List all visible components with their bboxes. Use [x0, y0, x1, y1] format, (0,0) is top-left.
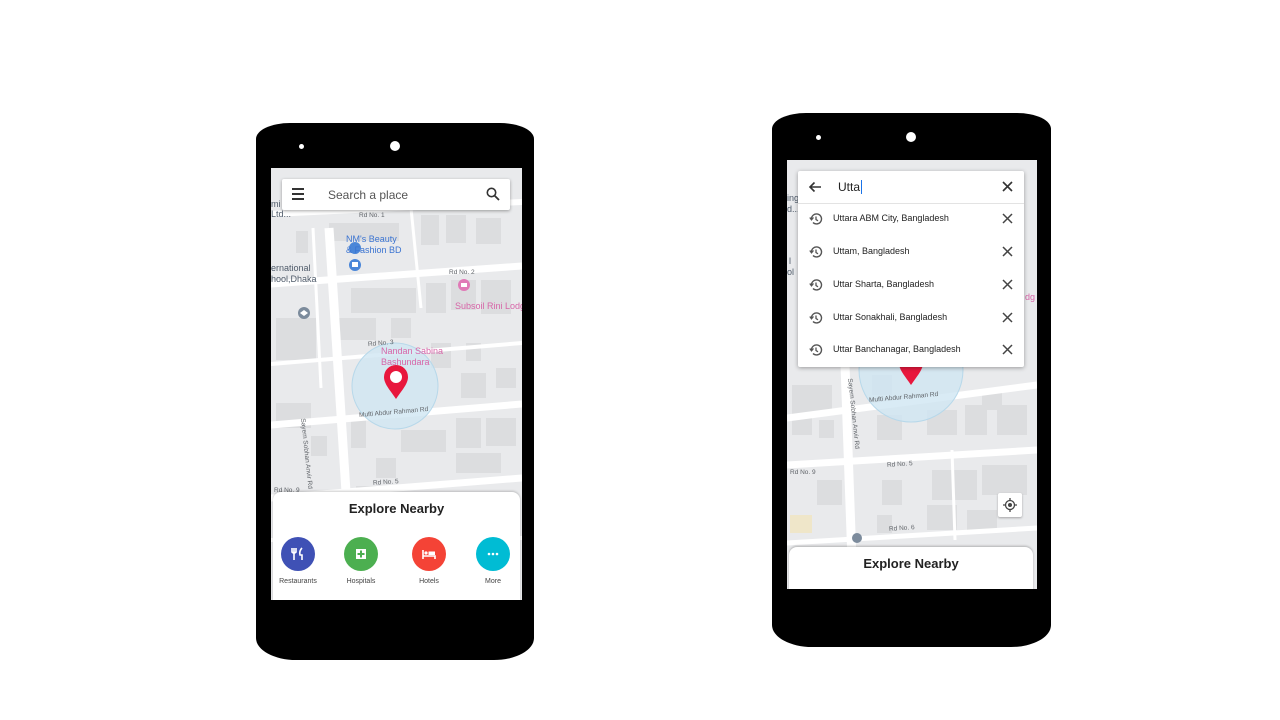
category-label: Restaurants: [279, 578, 317, 585]
search-icon[interactable]: [486, 187, 500, 201]
explore-nearby-panel: Explore Nearby Restaurants Hospitals Hot…: [273, 492, 520, 600]
my-location-button[interactable]: [998, 493, 1022, 517]
poi-label[interactable]: NM's Beauty: [346, 234, 397, 244]
poi-label[interactable]: l: [789, 256, 791, 266]
back-arrow-icon[interactable]: [808, 180, 822, 194]
suggestion-text[interactable]: Uttar Banchanagar, Bangladesh: [833, 344, 961, 354]
poi-label[interactable]: hool,Dhaka: [271, 274, 317, 284]
app-screen: Mufti Abdur Rahman Rd Sayem Sobhan Anvir…: [787, 160, 1037, 589]
poi-label[interactable]: Ltd...: [271, 209, 291, 219]
suggestion-text[interactable]: Uttara ABM City, Bangladesh: [833, 213, 949, 223]
app-screen: Rd No. 1 Rd No. 2 Rd No. 3 Mufti Abdur R…: [271, 168, 522, 600]
remove-suggestion-icon[interactable]: [1002, 213, 1013, 224]
remove-suggestion-icon[interactable]: [1002, 344, 1013, 355]
camera-dot: [906, 132, 916, 142]
category-hotels[interactable]: Hotels: [404, 537, 454, 585]
remove-suggestion-icon[interactable]: [1002, 246, 1013, 257]
history-icon: [809, 344, 823, 356]
remove-suggestion-icon[interactable]: [1002, 312, 1013, 323]
phone-mockup-home: Rd No. 1 Rd No. 2 Rd No. 3 Mufti Abdur R…: [256, 123, 534, 660]
category-hospitals[interactable]: Hospitals: [336, 537, 386, 585]
suggestion-text[interactable]: Uttar Sharta, Bangladesh: [833, 279, 934, 289]
suggestion-text[interactable]: Uttar Sonakhali, Bangladesh: [833, 312, 947, 322]
category-label: Hospitals: [346, 578, 376, 585]
history-icon: [809, 279, 823, 291]
explore-title: Explore Nearby: [348, 501, 445, 516]
menu-icon[interactable]: [292, 188, 306, 200]
phone-mockup-search: Mufti Abdur Rahman Rd Sayem Sobhan Anvir…: [772, 113, 1051, 647]
explore-title: Explore Nearby: [863, 556, 959, 571]
search-bar[interactable]: Search a place: [282, 179, 510, 210]
history-icon: [809, 246, 823, 258]
category-label: Hotels: [419, 578, 439, 585]
suggestion-text[interactable]: Uttam, Bangladesh: [833, 246, 910, 256]
road-label: Rd No. 2: [449, 269, 475, 276]
hospital-icon[interactable]: [344, 537, 378, 571]
category-more[interactable]: More: [468, 537, 518, 585]
poi-label[interactable]: ol: [787, 267, 794, 277]
category-restaurants[interactable]: Restaurants: [273, 537, 323, 585]
suggestion-item[interactable]: Uttar Sonakhali, Bangladesh: [798, 302, 1024, 334]
suggestion-item[interactable]: Uttar Banchanagar, Bangladesh: [798, 334, 1024, 366]
road-label: Rd No. 5: [372, 478, 399, 487]
history-icon: [809, 213, 823, 225]
search-placeholder[interactable]: Search a place: [328, 188, 408, 202]
history-icon: [809, 312, 823, 324]
poi-label[interactable]: ernational: [271, 263, 311, 273]
search-input[interactable]: Utta: [838, 180, 863, 194]
more-icon[interactable]: [476, 537, 510, 571]
search-panel: Utta Uttara ABM City, Bangladesh Uttam, …: [798, 171, 1024, 367]
sensor-dot: [816, 135, 821, 140]
road-label: Rd No. 5: [886, 460, 913, 469]
poi-label[interactable]: Nandan Sabina: [381, 346, 443, 356]
search-header: Utta: [798, 171, 1024, 204]
explore-nearby-panel: Explore Nearby: [789, 547, 1033, 589]
poi-label[interactable]: Subsoil Rini Lodge: [455, 301, 522, 311]
suggestion-item[interactable]: Uttam, Bangladesh: [798, 236, 1024, 268]
poi-label[interactable]: dg: [1025, 292, 1035, 302]
road-label: Rd No. 6: [888, 524, 915, 533]
clear-search-icon[interactable]: [1001, 180, 1014, 193]
category-label: More: [485, 578, 501, 585]
suggestion-item[interactable]: Uttar Sharta, Bangladesh: [798, 269, 1024, 301]
poi-label[interactable]: mi: [271, 199, 281, 209]
poi-label[interactable]: & Fashion BD: [346, 245, 402, 255]
remove-suggestion-icon[interactable]: [1002, 279, 1013, 290]
road-label: Rd No. 9: [790, 469, 816, 476]
road-label: Rd No. 1: [359, 212, 385, 219]
gps-icon[interactable]: [998, 493, 1022, 517]
restaurant-icon[interactable]: [281, 537, 315, 571]
sensor-dot: [299, 144, 304, 149]
suggestion-item[interactable]: Uttara ABM City, Bangladesh: [798, 203, 1024, 235]
hotel-icon[interactable]: [412, 537, 446, 571]
poi-label[interactable]: Bashundara: [381, 357, 430, 367]
camera-dot: [390, 141, 400, 151]
